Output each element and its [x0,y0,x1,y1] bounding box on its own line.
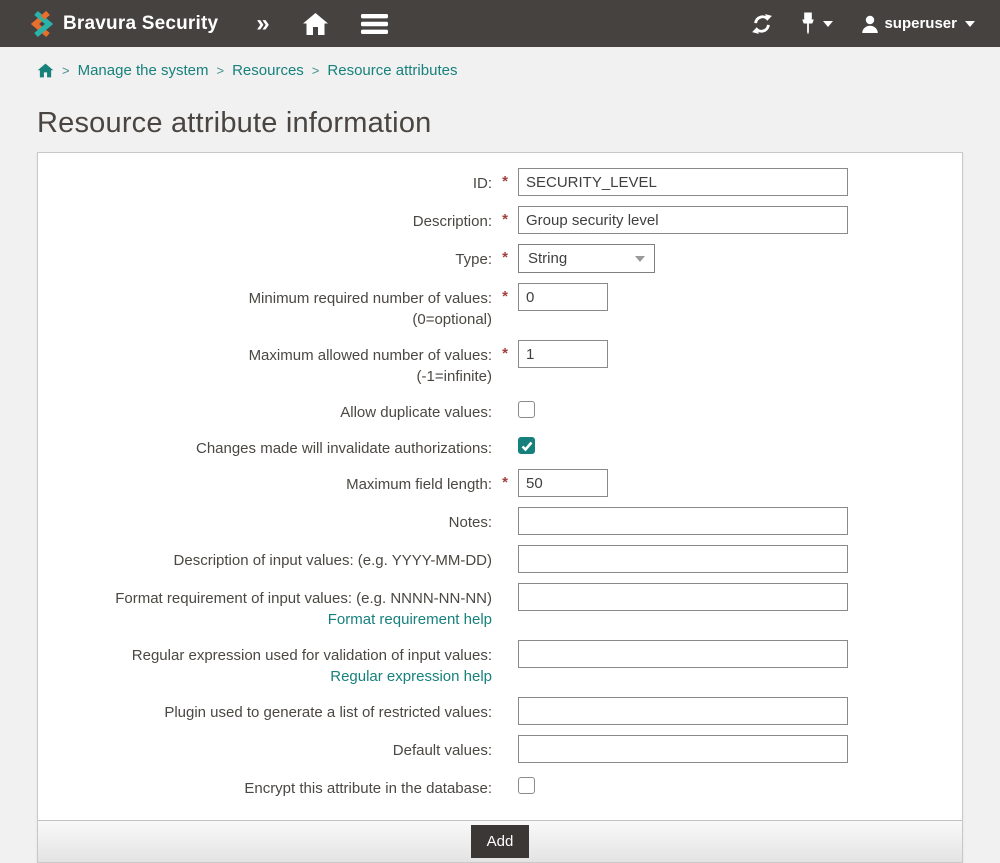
min-values-input[interactable] [518,283,608,311]
max-field-length-input[interactable] [518,469,608,497]
breadcrumb-separator: > [62,63,70,78]
form-row-encrypt: Encrypt this attribute in the database: [38,773,962,799]
form-footer: Add [38,820,962,862]
max-field-length-label: Maximum field length: [38,469,492,495]
brand-logo-link[interactable]: Bravura Security [28,10,218,38]
required-asterisk: * [492,168,518,190]
breadcrumb-link-resources[interactable]: Resources [232,62,304,79]
input-desc-label: Description of input values: (e.g. YYYY-… [38,545,492,571]
form-row-type: Type: * String [38,244,962,273]
format-req-label: Format requirement of input values: (e.g… [38,583,492,630]
pin-icon [801,12,815,35]
type-select-value: String [528,250,567,267]
regex-label: Regular expression used for validation o… [38,640,492,687]
form-row-max-field-length: Maximum field length: * [38,469,962,497]
brand-name: Bravura Security [63,13,218,35]
breadcrumb: > Manage the system > Resources > Resour… [0,47,1000,89]
default-values-label: Default values: [38,735,492,761]
required-asterisk-empty [492,433,518,438]
allow-duplicates-label: Allow duplicate values: [38,397,492,423]
breadcrumb-link-resource-attributes[interactable]: Resource attributes [327,62,457,79]
plugin-label: Plugin used to generate a list of restri… [38,697,492,723]
home-icon[interactable] [302,12,329,36]
required-asterisk-empty [492,773,518,778]
user-icon [861,15,879,33]
required-asterisk-empty [492,545,518,550]
form-row-min-values: Minimum required number of values: (0=op… [38,283,962,330]
caret-down-icon [823,21,833,27]
encrypt-checkbox[interactable] [518,777,535,794]
required-asterisk-empty [492,507,518,512]
max-values-label: Maximum allowed number of values: (-1=in… [38,340,492,387]
menu-icon[interactable] [361,13,388,35]
required-asterisk: * [492,244,518,266]
form-row-max-values: Maximum allowed number of values: (-1=in… [38,340,962,387]
caret-down-icon [965,21,975,27]
form-row-default-values: Default values: [38,735,962,763]
format-req-input[interactable] [518,583,848,611]
select-caret-icon [635,256,645,262]
form-row-notes: Notes: [38,507,962,535]
default-values-input[interactable] [518,735,848,763]
invalidate-auth-checkbox[interactable] [518,437,535,454]
type-select[interactable]: String [518,244,655,273]
form-row-invalidate-auth: Changes made will invalidate authorizati… [38,433,962,459]
required-asterisk: * [492,283,518,305]
description-label: Description: [38,206,492,232]
form-row-description: Description: * [38,206,962,234]
required-asterisk: * [492,340,518,362]
form-row-allow-duplicates: Allow duplicate values: [38,397,962,423]
invalidate-auth-label: Changes made will invalidate authorizati… [38,433,492,459]
resource-attribute-form-panel: ID: * Description: * Type: * String Mini… [37,152,963,863]
form-row-id: ID: * [38,168,962,196]
id-input[interactable] [518,168,848,196]
type-label: Type: [38,244,492,270]
max-values-sublabel: (-1=infinite) [38,366,492,387]
refresh-icon[interactable] [751,13,773,35]
max-values-input[interactable] [518,340,608,368]
form-row-regex: Regular expression used for validation o… [38,640,962,687]
regex-input[interactable] [518,640,848,668]
top-navbar: Bravura Security » [0,0,1000,47]
breadcrumb-separator: > [217,63,225,78]
page-title: Resource attribute information [37,107,963,140]
form-row-plugin: Plugin used to generate a list of restri… [38,697,962,725]
expand-menu-icon[interactable]: » [256,12,269,36]
allow-duplicates-checkbox[interactable] [518,401,535,418]
form-body: ID: * Description: * Type: * String Mini… [38,153,962,820]
required-asterisk-empty [492,640,518,645]
encrypt-label: Encrypt this attribute in the database: [38,773,492,799]
add-button[interactable]: Add [471,825,530,858]
breadcrumb-separator: > [312,63,320,78]
user-menu-button[interactable]: superuser [861,15,975,33]
breadcrumb-link-manage-the-system[interactable]: Manage the system [78,62,209,79]
plugin-input[interactable] [518,697,848,725]
form-row-format-req: Format requirement of input values: (e.g… [38,583,962,630]
required-asterisk: * [492,206,518,228]
min-values-sublabel: (0=optional) [38,309,492,330]
required-asterisk-empty [492,397,518,402]
username-label: superuser [884,15,957,32]
required-asterisk-empty [492,583,518,588]
pin-menu-button[interactable] [801,12,833,35]
bravura-logo-icon [28,10,56,38]
format-requirement-help-link[interactable]: Format requirement help [328,611,492,628]
id-label: ID: [38,168,492,194]
form-row-input-desc: Description of input values: (e.g. YYYY-… [38,545,962,573]
input-desc-input[interactable] [518,545,848,573]
min-values-label: Minimum required number of values: (0=op… [38,283,492,330]
breadcrumb-home-icon[interactable] [37,63,54,78]
required-asterisk: * [492,469,518,491]
required-asterisk-empty [492,735,518,740]
notes-input[interactable] [518,507,848,535]
description-input[interactable] [518,206,848,234]
required-asterisk-empty [492,697,518,702]
navbar-right-group: superuser [751,12,975,35]
notes-label: Notes: [38,507,492,533]
regular-expression-help-link[interactable]: Regular expression help [330,668,492,685]
